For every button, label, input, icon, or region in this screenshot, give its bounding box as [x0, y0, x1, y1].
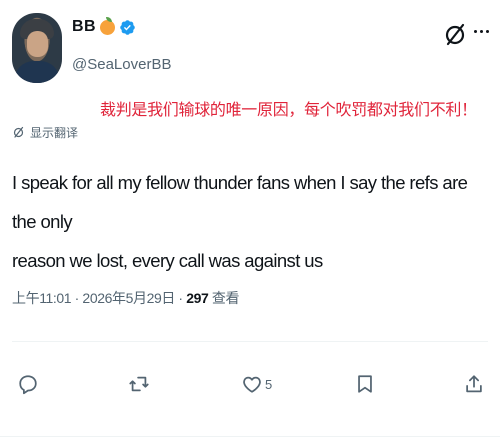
divider-bottom [0, 436, 500, 437]
reply-button[interactable] [17, 373, 41, 395]
share-button[interactable] [463, 373, 487, 395]
heart-icon [243, 376, 261, 393]
author-name-row: BB [72, 16, 136, 38]
tweet-meta: 上午11:01 · 2026年5月29日 · 297 查看 [12, 288, 239, 308]
action-bar: 5 [0, 373, 500, 405]
avatar-face [27, 31, 48, 57]
tweet-line-2: reason we lost, every call was against u… [12, 250, 323, 271]
more-dot [486, 30, 489, 33]
timestamp[interactable]: 上午11:01 · 2026年5月29日 · [12, 290, 186, 306]
chinese-annotation: 裁判是我们输球的唯一原因，每个吹罚都对我们不利！ [100, 100, 477, 119]
more-dot [480, 30, 483, 33]
tweet-line-1: I speak for all my fellow thunder fans w… [12, 172, 468, 232]
verified-icon [120, 19, 135, 35]
translate-label: 显示翻译 [30, 126, 79, 140]
views-label: 查看 [208, 290, 240, 306]
reply-icon [19, 375, 37, 395]
translate-icon [13, 126, 24, 138]
grok-icon[interactable] [442, 22, 468, 48]
user-handle[interactable]: @SeaLoverBB [72, 56, 171, 73]
divider [12, 341, 488, 342]
tweet-text: I speak for all my fellow thunder fans w… [12, 163, 492, 280]
display-name[interactable]: BB [72, 18, 96, 36]
retweet-icon [129, 376, 149, 392]
avatar-shirt [14, 61, 60, 83]
translate-link[interactable]: 显示翻译 [12, 124, 78, 141]
views-count: 297 [186, 290, 209, 306]
like-count: 5 [265, 376, 273, 392]
peach-icon [100, 16, 116, 35]
bookmark-icon [358, 375, 372, 393]
share-icon [466, 375, 482, 393]
retweet-button[interactable] [128, 373, 152, 395]
like-button[interactable]: 5 [241, 373, 272, 395]
avatar[interactable] [12, 13, 62, 83]
bookmark-button[interactable] [354, 373, 378, 395]
more-dot [474, 30, 477, 33]
more-options-icon[interactable] [474, 30, 489, 33]
